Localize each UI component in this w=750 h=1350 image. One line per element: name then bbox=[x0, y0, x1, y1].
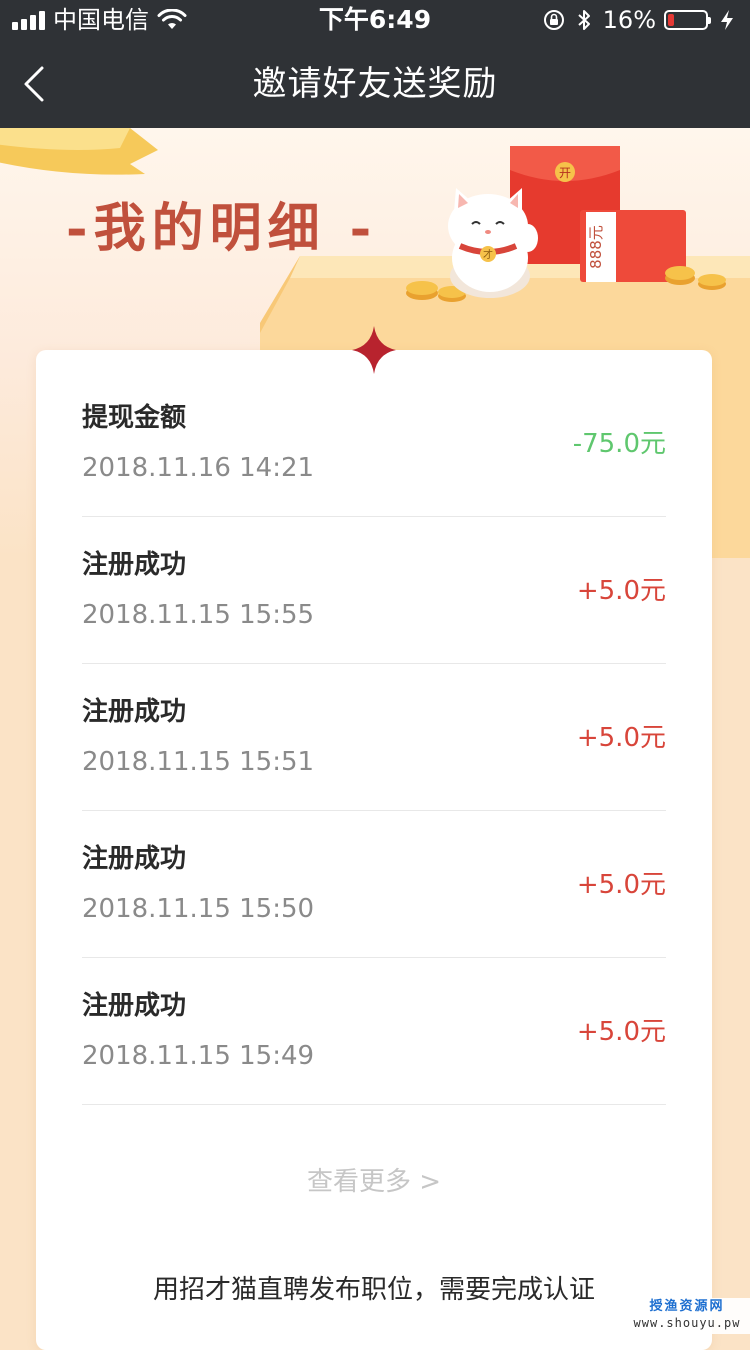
list-item: 注册成功 2018.11.15 15:49 +5.0元 bbox=[82, 958, 666, 1105]
record-amount: -75.0元 bbox=[572, 429, 666, 459]
record-time: 2018.11.15 15:55 bbox=[82, 600, 315, 630]
battery-level bbox=[668, 14, 674, 26]
envelope-seal: 开 bbox=[559, 166, 571, 180]
record-title: 注册成功 bbox=[82, 991, 187, 1021]
bluetooth-icon bbox=[577, 10, 590, 30]
record-list: 提现金额 2018.11.16 14:21 -75.0元 注册成功 2018.1… bbox=[82, 370, 666, 1105]
record-time: 2018.11.15 15:51 bbox=[82, 747, 315, 777]
record-time: 2018.11.15 15:50 bbox=[82, 894, 315, 924]
charging-icon bbox=[721, 10, 733, 30]
watermark-url: www.shouyu.pw bbox=[633, 1316, 741, 1330]
watermark: 授渔资源网 www.shouyu.pw bbox=[624, 1298, 750, 1334]
nav-bar: 邀请好友送奖励 bbox=[0, 40, 750, 128]
record-card: 提现金额 2018.11.16 14:21 -75.0元 注册成功 2018.1… bbox=[36, 326, 712, 1350]
record-amount: +5.0元 bbox=[576, 870, 666, 900]
verification-notice: 用招才猫直聘发布职位，需要完成认证 bbox=[152, 1275, 595, 1305]
record-time: 2018.11.16 14:21 bbox=[82, 453, 315, 483]
record-amount: +5.0元 bbox=[576, 576, 666, 606]
battery-percent: 16% bbox=[602, 6, 656, 34]
battery-icon bbox=[664, 10, 711, 30]
status-right: 16% bbox=[543, 6, 738, 34]
list-item: 注册成功 2018.11.15 15:50 +5.0元 bbox=[82, 811, 666, 958]
list-item: 注册成功 2018.11.15 15:51 +5.0元 bbox=[82, 664, 666, 811]
record-amount: +5.0元 bbox=[576, 723, 666, 753]
record-time: 2018.11.15 15:49 bbox=[82, 1041, 315, 1071]
view-more-link[interactable]: 查看更多 > bbox=[36, 1162, 712, 1202]
cat-collar-tag: 才 bbox=[483, 248, 493, 261]
record-title: 注册成功 bbox=[82, 550, 187, 580]
list-item: 提现金额 2018.11.16 14:21 -75.0元 bbox=[82, 370, 666, 517]
status-bar: 中国电信 下午6:49 16% bbox=[0, 0, 750, 40]
watermark-title: 授渔资源网 bbox=[649, 1299, 725, 1314]
record-title: 注册成功 bbox=[82, 697, 187, 727]
record-title: 提现金额 bbox=[82, 403, 187, 433]
ribbon-decoration bbox=[0, 128, 158, 175]
envelope-amount: 888元 bbox=[587, 225, 605, 269]
page-title: 邀请好友送奖励 bbox=[252, 64, 498, 104]
record-amount: +5.0元 bbox=[576, 1017, 666, 1047]
list-item: 注册成功 2018.11.15 15:55 +5.0元 bbox=[82, 517, 666, 664]
sparkle-icon bbox=[352, 326, 396, 374]
record-title: 注册成功 bbox=[82, 844, 187, 874]
orientation-lock-icon bbox=[543, 10, 564, 30]
top-bar: 中国电信 下午6:49 16% 邀请好友送奖励 bbox=[0, 0, 750, 128]
